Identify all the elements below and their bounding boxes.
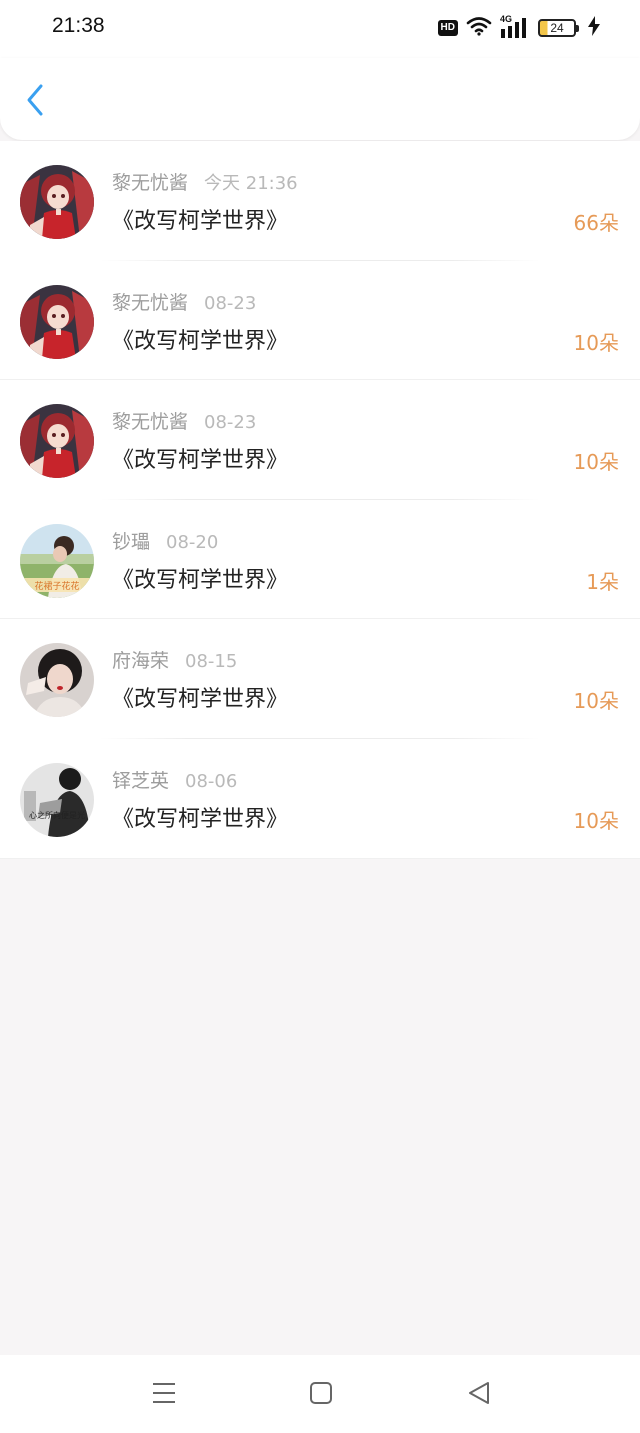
status-icons: HD 4G 24 xyxy=(437,14,600,40)
gift-amount: 10朵 xyxy=(573,689,619,714)
chevron-left-icon xyxy=(25,83,45,121)
back-triangle-icon xyxy=(467,1381,491,1409)
gift-amount: 1朵 xyxy=(586,569,619,594)
book-title: 《改写柯学世界》 xyxy=(112,806,289,832)
name-line: 黎无忧酱 08-23 xyxy=(112,288,256,315)
name-line: 黎无忧酱 今天 21:36 xyxy=(112,168,298,195)
hd-icon: HD xyxy=(437,20,458,36)
home-button[interactable] xyxy=(305,1379,337,1411)
book-title: 《改写柯学世界》 xyxy=(112,328,289,354)
book-title: 《改写柯学世界》 xyxy=(112,567,289,593)
book-title: 《改写柯学世界》 xyxy=(112,687,289,713)
menu-button[interactable] xyxy=(148,1379,180,1411)
system-nav-bar xyxy=(0,1355,640,1433)
user-name[interactable]: 钞瓃 xyxy=(112,531,150,553)
header xyxy=(0,58,640,140)
user-name[interactable]: 黎无忧酱 xyxy=(112,172,188,194)
user-name[interactable]: 黎无忧酱 xyxy=(112,411,188,433)
avatar[interactable] xyxy=(20,284,94,359)
gift-amount: 10朵 xyxy=(573,808,619,833)
list-item[interactable]: 黎无忧酱 08-23 《改写柯学世界》 10朵 xyxy=(0,380,640,500)
name-line: 黎无忧酱 08-23 xyxy=(112,407,256,434)
battery-icon: 24 xyxy=(538,19,579,37)
date: 08-23 xyxy=(204,412,257,434)
date: 08-15 xyxy=(185,651,238,673)
list-item[interactable]: 花裙子花花 钞瓃 08-20 《改写柯学世界》 1朵 xyxy=(0,500,640,620)
name-line: 铎芝英 08-06 xyxy=(112,766,237,793)
user-name[interactable]: 府海荣 xyxy=(112,650,169,672)
divider xyxy=(0,857,640,859)
list-item[interactable]: 黎无忧酱 今天 21:36 《改写柯学世界》 66朵 xyxy=(0,141,640,261)
date: 今天 21:36 xyxy=(204,173,298,194)
avatar-caption: 心之所向便是光 xyxy=(29,810,85,820)
date: 08-20 xyxy=(166,531,219,553)
avatar[interactable] xyxy=(20,643,94,718)
avatar[interactable] xyxy=(20,404,94,479)
menu-icon xyxy=(152,1382,176,1408)
avatar[interactable]: 花裙子花花 xyxy=(20,523,94,598)
book-title: 《改写柯学世界》 xyxy=(112,209,289,234)
date: 08-06 xyxy=(185,770,238,792)
list-item[interactable]: 心之所向便是光 铎芝英 08-06 《改写柯学世界》 10朵 xyxy=(0,739,640,859)
avatar-caption: 花裙子花花 xyxy=(34,581,80,592)
home-square-icon xyxy=(309,1381,333,1409)
avatar[interactable] xyxy=(20,165,94,239)
gift-amount: 10朵 xyxy=(573,450,619,475)
list-item[interactable]: 黎无忧酱 08-23 《改写柯学世界》 10朵 xyxy=(0,261,640,381)
back-nav-button[interactable] xyxy=(463,1379,495,1411)
user-name[interactable]: 黎无忧酱 xyxy=(112,292,188,314)
date: 08-23 xyxy=(204,292,257,314)
book-title: 《改写柯学世界》 xyxy=(112,448,289,474)
name-line: 钞瓃 08-20 xyxy=(112,527,218,554)
signal-4g-icon: 4G xyxy=(500,14,530,39)
gift-record-list: 黎无忧酱今天 21:36 《改写柯学世界》 66朵 黎无忧酱08-23 《改 xyxy=(0,141,640,859)
charging-bolt-icon xyxy=(588,16,600,40)
name-line: 府海荣 08-15 xyxy=(112,646,237,673)
avatar[interactable]: 心之所向便是光 xyxy=(20,762,94,837)
gift-amount: 10朵 xyxy=(573,330,619,355)
gift-amount: 66朵 xyxy=(573,211,619,235)
status-bar: 21:38 HD 4G 24 xyxy=(0,0,640,58)
user-name[interactable]: 铎芝英 xyxy=(112,770,169,792)
list-item[interactable]: 府海荣 08-15 《改写柯学世界》 10朵 xyxy=(0,619,640,739)
back-button[interactable] xyxy=(18,82,52,122)
status-time: 21:38 xyxy=(52,14,105,37)
wifi-icon xyxy=(466,16,492,40)
